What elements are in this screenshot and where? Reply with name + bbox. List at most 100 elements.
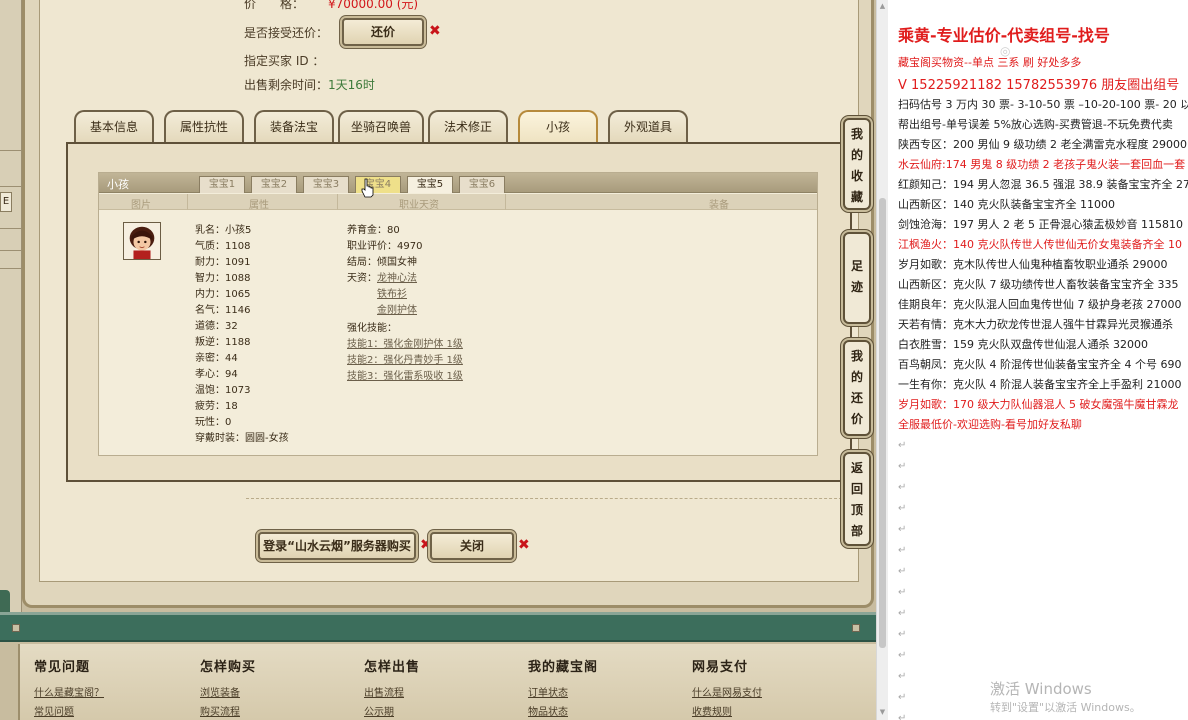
footer-link[interactable]: 常见问题: [34, 703, 104, 718]
subtab-baby-1[interactable]: 宝宝1: [199, 176, 245, 193]
sidenav-footprint[interactable]: 足迹: [843, 232, 871, 324]
footer-col-my-cbg: 我的藏宝阁 订单状态 物品状态: [528, 656, 598, 718]
doc-line: 扫码估号 3 万内 30 票- 3-10-50 票 –10-20-100 票- …: [898, 98, 1188, 111]
paragraph-mark-icon: ↵: [898, 713, 907, 720]
child-career: 养育金：80 职业评价：4970 结局：倾国女神 天资：龙神心法 铁布衫 金刚护…: [347, 223, 463, 385]
footer-link[interactable]: 什么是网易支付: [692, 684, 762, 699]
footer-col-payment: 网易支付 什么是网易支付 收费规则: [692, 656, 762, 718]
buyer-id-label: 指定买家 ID ：: [244, 54, 325, 68]
time-left-row: 出售剩余时间： 1天16时: [244, 76, 375, 93]
talent-link-3[interactable]: 金刚护体: [377, 305, 417, 316]
col-attributes: 属性: [249, 200, 269, 211]
sidenav-favorites[interactable]: 我的收藏: [843, 118, 871, 210]
close-button[interactable]: 关闭: [430, 532, 514, 560]
price-label: 价 格：: [244, 0, 305, 11]
career-ending: 结局：倾国女神: [347, 257, 417, 268]
child-card: 小孩 宝宝1 宝宝2 宝宝3 宝宝4 宝宝5 宝宝6 图片 属性 职业天资 装备…: [98, 172, 818, 456]
paragraph-mark-icon: ↵: [898, 482, 907, 493]
footer-link[interactable]: 订单状态: [528, 684, 598, 699]
doc-line: 山西新区：140 克火队装备宝宝齐全 11000: [898, 198, 1115, 211]
price-value: ¥70000.00 (元): [328, 0, 419, 11]
subtab-baby-2[interactable]: 宝宝2: [251, 176, 297, 193]
attr-inner-power: 内力：1065: [195, 289, 251, 300]
paragraph-mark-icon: ↵: [898, 671, 907, 682]
item-detail-sheet: 价 格： ¥70000.00 (元) 是否接受还价： 还价 ✖ 指定买家 ID …: [39, 0, 859, 582]
skill-link-2[interactable]: 技能2：强化丹青妙手 1级: [347, 355, 463, 366]
footer-heading: 常见问题: [34, 660, 91, 675]
doc-line: V 15225921182 15782553976 朋友圈出组号: [898, 78, 1180, 93]
doc-line: 红颜知己：194 男人忽混 36.5 强混 38.9 装备宝宝齐全 270: [898, 178, 1188, 191]
footer-link[interactable]: 浏览装备: [200, 684, 256, 699]
attr-rebellion: 叛逆：1188: [195, 337, 251, 348]
subtab-baby-5[interactable]: 宝宝5: [407, 176, 453, 193]
sidenav-back-to-top[interactable]: 返回顶部: [843, 452, 871, 546]
tab-content-panel: 小孩 宝宝1 宝宝2 宝宝3 宝宝4 宝宝5 宝宝6 图片 属性 职业天资 装备…: [66, 142, 852, 482]
skill-label: 强化技能：: [347, 323, 397, 334]
attr-filial: 孝心：94: [195, 369, 238, 380]
footer-link[interactable]: 出售流程: [364, 684, 420, 699]
scroll-thumb[interactable]: [879, 198, 886, 648]
tab-appearance[interactable]: 外观道具: [608, 110, 688, 142]
child-attributes: 乳名：小孩5 气质：1108 耐力：1091 智力：1088 内力：1065 名…: [195, 223, 289, 447]
subtab-baby-3[interactable]: 宝宝3: [303, 176, 349, 193]
attr-fame: 名气：1146: [195, 305, 251, 316]
footer-heading: 怎样购买: [200, 660, 257, 675]
counter-offer-button[interactable]: 还价: [342, 18, 424, 46]
doc-line: 岁月如歌：170 级大力队仙器混人 5 破女魔强牛魔甘霖龙: [898, 398, 1179, 411]
talent-link-2[interactable]: 铁布衫: [377, 289, 407, 300]
counter-offer-row: 是否接受还价：: [244, 24, 328, 41]
attr-morality: 道德：32: [195, 321, 238, 332]
scroll-down-icon[interactable]: ▼: [878, 708, 887, 716]
footer-link[interactable]: 购买流程: [200, 703, 256, 718]
doc-line: 剑蚀沧海：197 男人 2 老 5 正骨混心猿盂极妙音 115810: [898, 218, 1183, 231]
tab-attributes[interactable]: 属性抗性: [164, 110, 244, 142]
left-strip-label: E: [0, 192, 12, 212]
doc-line: 帮出组号-单号误差 5%放心选购-买费管退-不玩免费代卖: [898, 118, 1173, 131]
paragraph-mark-icon: ↵: [898, 650, 907, 661]
doc-line: 佳期良年：克火队混人回血鬼传世仙 7 级护身老孩 27000: [898, 298, 1182, 311]
counter-offer-label: 是否接受还价：: [244, 26, 329, 40]
sidenav-my-offers[interactable]: 我的还价: [843, 340, 871, 436]
buyer-id-row: 指定买家 ID ：: [244, 52, 324, 69]
paragraph-mark-icon: ↵: [898, 608, 907, 619]
footer-link[interactable]: 收费规则: [692, 703, 762, 718]
tab-equipment[interactable]: 装备法宝: [254, 110, 334, 142]
login-server-buy-button[interactable]: 登录“山水云烟”服务器购买: [258, 532, 416, 560]
activation-watermark-sub: 转到"设置"以激活 Windows。: [990, 701, 1141, 714]
talent-link-1[interactable]: 龙神心法: [377, 273, 417, 284]
paragraph-mark-icon: ↵: [898, 461, 907, 472]
paragraph-mark-icon: ↵: [898, 629, 907, 640]
footer-heading: 怎样出售: [364, 660, 421, 675]
document-pane: 乘黄-专业估价-代卖组号-找号 ◎ 藏宝阁买物资--单点 三系 刷 好处多多 V …: [888, 0, 1188, 720]
skill-link-1[interactable]: 技能1：强化金刚护体 1级: [347, 339, 463, 350]
time-left-label: 出售剩余时间：: [244, 78, 329, 92]
child-column-header: 图片 属性 职业天资 装备: [99, 194, 817, 211]
price-row: 价 格： ¥70000.00 (元): [244, 0, 418, 12]
left-sidebar-strip: E: [0, 0, 22, 620]
footer-link[interactable]: 公示期: [364, 703, 420, 718]
doc-line: 百鸟朝凤：克火队 4 阶混传世仙装备宝宝齐全 4 个号 690: [898, 358, 1182, 371]
child-card-title: 小孩: [107, 178, 129, 191]
tab-basic-info[interactable]: 基本信息: [74, 110, 154, 142]
career-fund: 养育金：80: [347, 225, 400, 236]
tab-spells[interactable]: 法术修正: [428, 110, 508, 142]
subtab-baby-6[interactable]: 宝宝6: [459, 176, 505, 193]
footer-link[interactable]: 什么是藏宝阁？: [34, 684, 104, 699]
scroll-up-icon[interactable]: ▲: [878, 2, 887, 10]
paragraph-mark-icon: ↵: [898, 524, 907, 535]
paragraph-mark-icon: ↵: [898, 440, 907, 451]
tab-mounts[interactable]: 坐骑召唤兽: [338, 110, 424, 142]
attr-name: 乳名：小孩5: [195, 225, 252, 236]
attr-satiety: 温饱：1073: [195, 385, 251, 396]
attr-costume: 穿戴时装：圆圆-女孩: [195, 433, 289, 444]
paragraph-mark-icon: ↵: [898, 503, 907, 514]
footer-link[interactable]: 物品状态: [528, 703, 598, 718]
paragraph-mark-icon: ↵: [898, 692, 907, 703]
career-rating: 职业评价：4970: [347, 241, 423, 252]
skill-link-3[interactable]: 技能3：强化雷系吸收 1级: [347, 371, 463, 382]
close-x-icon: ✖: [429, 23, 441, 39]
page-scrollbar[interactable]: ▲ ▼: [876, 0, 888, 720]
doc-line: 藏宝阁买物资--单点 三系 刷 好处多多: [898, 56, 1082, 69]
doc-title: 乘黄-专业估价-代卖组号-找号: [898, 26, 1110, 45]
tab-child[interactable]: 小孩: [518, 110, 598, 142]
